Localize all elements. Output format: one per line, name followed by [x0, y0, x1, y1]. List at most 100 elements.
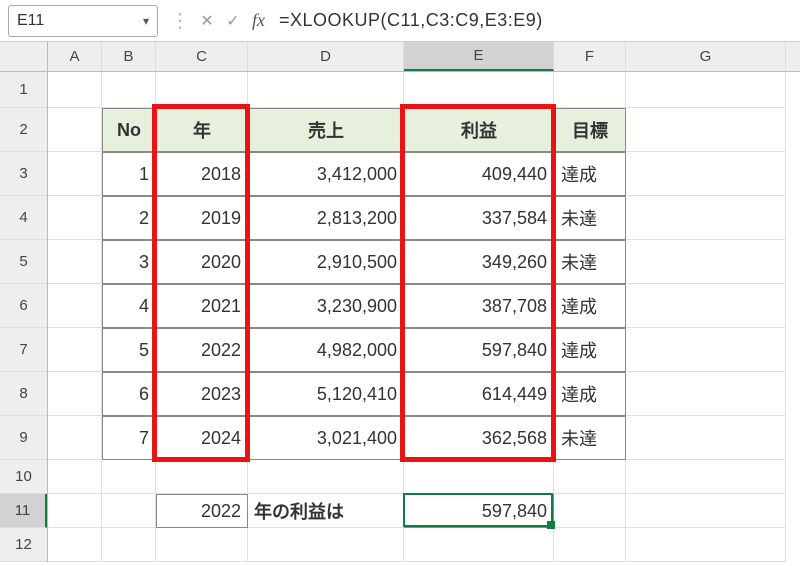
column-header-E[interactable]: E [404, 42, 554, 71]
row-header-6[interactable]: 6 [0, 284, 47, 328]
row-header-10[interactable]: 10 [0, 460, 47, 494]
table-header-year[interactable]: 年 [156, 108, 248, 152]
table-row[interactable]: 2,813,200 [248, 196, 404, 240]
table-row[interactable]: 達成 [554, 284, 626, 328]
cell-G12[interactable] [626, 528, 786, 562]
table-row[interactable]: 5 [102, 328, 156, 372]
cell-G11[interactable] [626, 494, 786, 528]
table-row[interactable]: 4,982,000 [248, 328, 404, 372]
enter-icon[interactable]: ✓ [220, 7, 246, 35]
table-row[interactable]: 2023 [156, 372, 248, 416]
table-row[interactable]: 349,260 [404, 240, 554, 284]
table-row[interactable]: 7 [102, 416, 156, 460]
cell-A6[interactable] [48, 284, 102, 328]
cell-G1[interactable] [626, 72, 786, 108]
table-header-goal[interactable]: 目標 [554, 108, 626, 152]
cell-B11[interactable] [102, 494, 156, 528]
cell-F11[interactable] [554, 494, 626, 528]
table-row[interactable]: 362,568 [404, 416, 554, 460]
cell-B1[interactable] [102, 72, 156, 108]
table-row[interactable]: 2,910,500 [248, 240, 404, 284]
cell-G3[interactable] [626, 152, 786, 196]
chevron-down-icon[interactable]: ▾ [143, 14, 149, 28]
table-row[interactable]: 2024 [156, 416, 248, 460]
cell-A9[interactable] [48, 416, 102, 460]
column-header-B[interactable]: B [102, 42, 156, 71]
table-row[interactable]: 597,840 [404, 328, 554, 372]
column-header-F[interactable]: F [554, 42, 626, 71]
table-row[interactable]: 614,449 [404, 372, 554, 416]
cell-G9[interactable] [626, 416, 786, 460]
cell-F1[interactable] [554, 72, 626, 108]
cell-E1[interactable] [404, 72, 554, 108]
fx-icon[interactable]: fx [246, 10, 271, 31]
table-row[interactable]: 3 [102, 240, 156, 284]
table-row[interactable]: 2020 [156, 240, 248, 284]
cell-A1[interactable] [48, 72, 102, 108]
cell-G2[interactable] [626, 108, 786, 152]
row-header-4[interactable]: 4 [0, 196, 47, 240]
column-header-G[interactable]: G [626, 42, 786, 71]
table-header-no[interactable]: No [102, 108, 156, 152]
row-header-12[interactable]: 12 [0, 528, 47, 562]
table-row[interactable]: 1 [102, 152, 156, 196]
cell-A2[interactable] [48, 108, 102, 152]
cell-A5[interactable] [48, 240, 102, 284]
table-header-profit[interactable]: 利益 [404, 108, 554, 152]
table-row[interactable]: 5,120,410 [248, 372, 404, 416]
cell-A12[interactable] [48, 528, 102, 562]
cancel-icon[interactable]: ✕ [194, 7, 220, 35]
cell-C12[interactable] [156, 528, 248, 562]
cell-B10[interactable] [102, 460, 156, 494]
row-header-8[interactable]: 8 [0, 372, 47, 416]
row-header-2[interactable]: 2 [0, 108, 47, 152]
cell-D12[interactable] [248, 528, 404, 562]
lookup-result[interactable]: 597,840 [404, 494, 554, 528]
name-box[interactable]: E11 ▾ [8, 5, 158, 37]
formula-input[interactable]: =XLOOKUP(C11,C3:C9,E3:E9) [271, 10, 800, 31]
cell-E10[interactable] [404, 460, 554, 494]
table-row[interactable]: 2019 [156, 196, 248, 240]
select-all-corner[interactable] [0, 42, 48, 72]
cell-G4[interactable] [626, 196, 786, 240]
table-row[interactable]: 未達 [554, 416, 626, 460]
cell-F12[interactable] [554, 528, 626, 562]
cell-A8[interactable] [48, 372, 102, 416]
table-row[interactable]: 337,584 [404, 196, 554, 240]
cell-G10[interactable] [626, 460, 786, 494]
cell-F10[interactable] [554, 460, 626, 494]
table-row[interactable]: 2018 [156, 152, 248, 196]
table-row[interactable]: 4 [102, 284, 156, 328]
row-header-11[interactable]: 11 [0, 494, 47, 528]
lookup-year-input[interactable]: 2022 [156, 494, 248, 528]
cell-G8[interactable] [626, 372, 786, 416]
table-row[interactable]: 409,440 [404, 152, 554, 196]
cell-B12[interactable] [102, 528, 156, 562]
column-header-D[interactable]: D [248, 42, 404, 71]
cell-A4[interactable] [48, 196, 102, 240]
column-header-C[interactable]: C [156, 42, 248, 71]
table-row[interactable]: 達成 [554, 328, 626, 372]
cell-G5[interactable] [626, 240, 786, 284]
cell-G6[interactable] [626, 284, 786, 328]
table-row[interactable]: 3,230,900 [248, 284, 404, 328]
table-row[interactable]: 達成 [554, 152, 626, 196]
table-row[interactable]: 2 [102, 196, 156, 240]
table-row[interactable]: 387,708 [404, 284, 554, 328]
row-header-1[interactable]: 1 [0, 72, 47, 108]
cell-A10[interactable] [48, 460, 102, 494]
row-header-3[interactable]: 3 [0, 152, 47, 196]
cell-D1[interactable] [248, 72, 404, 108]
column-header-A[interactable]: A [48, 42, 102, 71]
row-header-5[interactable]: 5 [0, 240, 47, 284]
table-row[interactable]: 達成 [554, 372, 626, 416]
cell-G7[interactable] [626, 328, 786, 372]
table-row[interactable]: 6 [102, 372, 156, 416]
cell-D10[interactable] [248, 460, 404, 494]
cell-A3[interactable] [48, 152, 102, 196]
table-row[interactable]: 未達 [554, 196, 626, 240]
table-row[interactable]: 2022 [156, 328, 248, 372]
table-row[interactable]: 未達 [554, 240, 626, 284]
cell-A7[interactable] [48, 328, 102, 372]
cell-C1[interactable] [156, 72, 248, 108]
